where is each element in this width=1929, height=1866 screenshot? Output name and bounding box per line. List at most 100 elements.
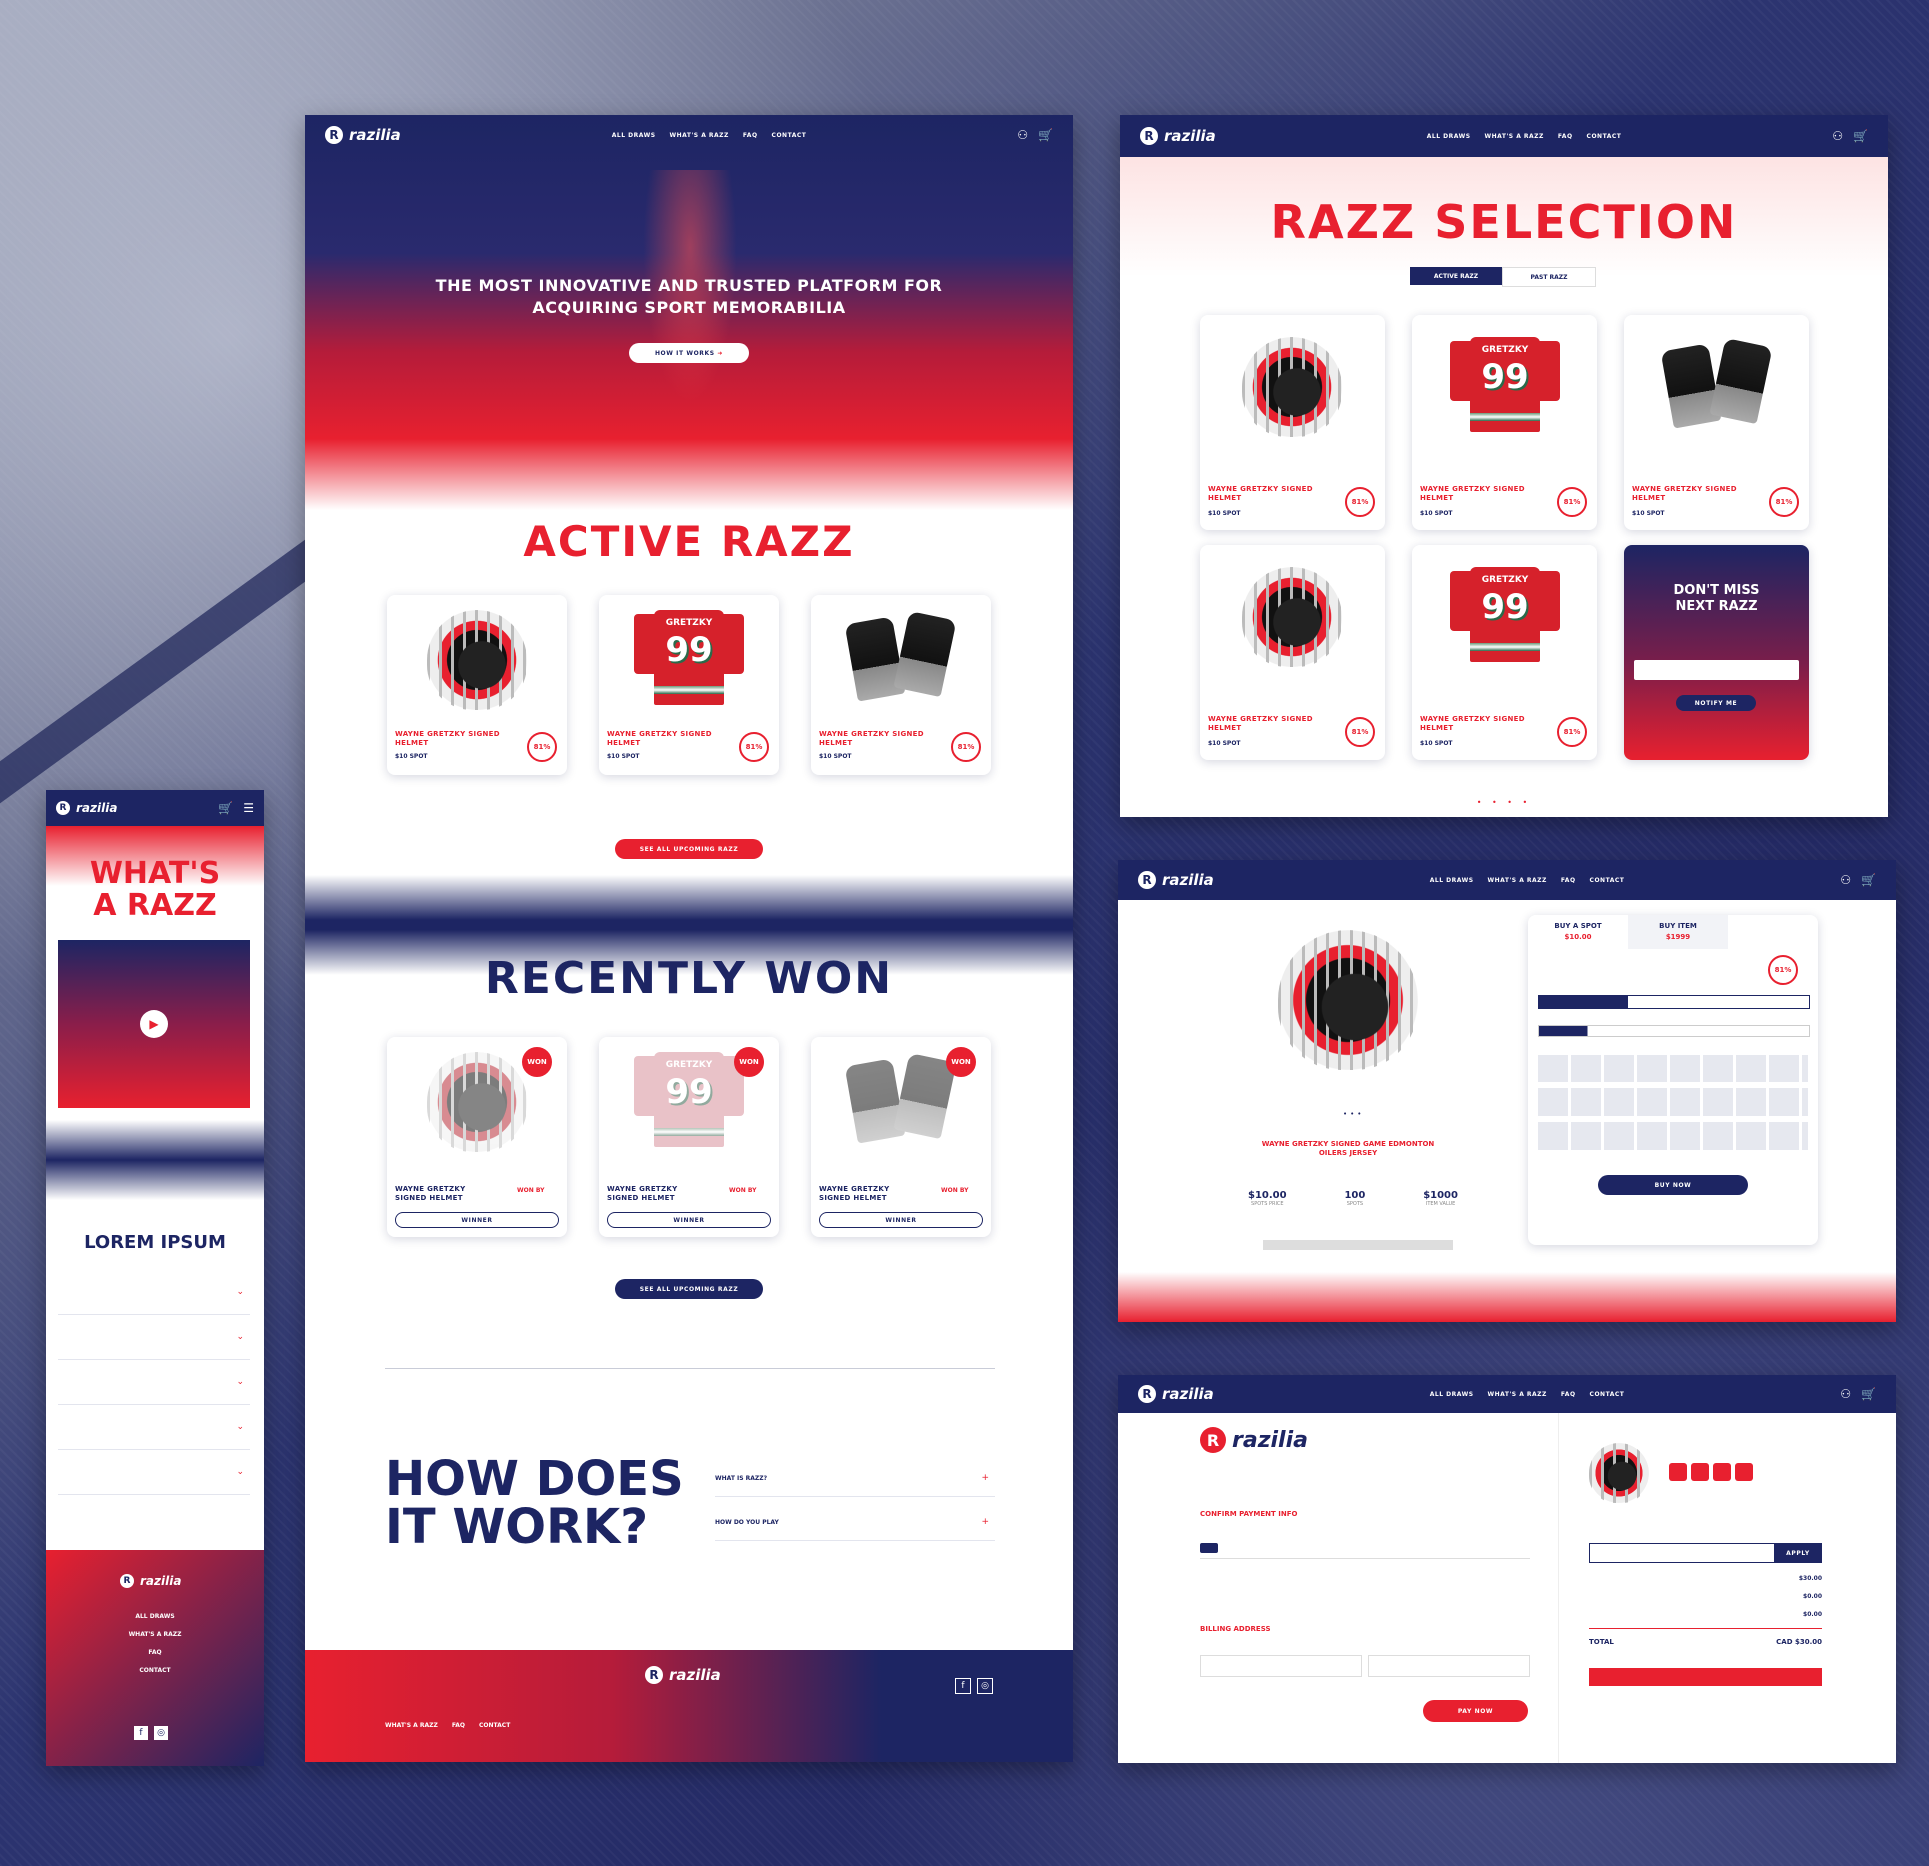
user-icon[interactable]: ⚇ <box>1840 873 1851 887</box>
hamburger-menu-icon[interactable]: ☰ <box>243 801 254 815</box>
mobile-faq-item[interactable]: ⌄ <box>58 1270 250 1315</box>
nav-link[interactable]: ALL DRAWS <box>1427 133 1471 140</box>
active-card[interactable]: GRETZKY 99 WAYNE GRETZKY SIGNED HELMET $1… <box>599 595 779 775</box>
selection-card[interactable]: WAYNE GRETZKY SIGNED HELMET $10 SPOT 81% <box>1200 545 1385 760</box>
pagination-dots[interactable]: • • • • <box>1120 798 1888 807</box>
billing-option[interactable] <box>1368 1655 1530 1677</box>
mobile-faq-item[interactable]: ⌄ <box>58 1360 250 1405</box>
detail-logo[interactable]: Rrazilia <box>1138 871 1214 889</box>
cart-icon[interactable]: 🛒 <box>218 801 233 815</box>
see-all-upcoming-button[interactable]: SEE ALL UPCOMING RAZZ <box>615 839 763 859</box>
billing-option[interactable] <box>1200 1655 1362 1677</box>
nav-link[interactable]: FAQ <box>1558 133 1573 140</box>
user-icon[interactable]: ⚇ <box>1017 128 1028 142</box>
nav-link[interactable]: CONTACT <box>1590 1391 1625 1398</box>
winner-button[interactable]: WINNER <box>607 1212 771 1228</box>
nav-link-contact[interactable]: CONTACT <box>772 132 807 139</box>
faq-item[interactable]: WHAT IS RAZZ? + <box>715 1460 995 1497</box>
nav-link[interactable]: ALL DRAWS <box>1430 1391 1474 1398</box>
buy-now-button[interactable]: BUY NOW <box>1598 1175 1748 1195</box>
nav-link[interactable]: WHAT'S A RAZZ <box>1485 133 1544 140</box>
footer-link[interactable]: CONTACT <box>479 1722 510 1729</box>
play-icon[interactable]: ▶ <box>140 1010 168 1038</box>
notify-me-button[interactable]: NOTIFY ME <box>1676 695 1756 711</box>
instagram-icon[interactable]: ◎ <box>154 1726 168 1740</box>
mobile-video[interactable]: ▶ <box>58 940 250 1108</box>
mobile-title: WHAT'S A RAZZ <box>89 856 221 923</box>
cart-icon[interactable]: 🛒 <box>1861 1387 1876 1401</box>
home-logo[interactable]: Rrazilia <box>325 126 401 144</box>
apply-button[interactable]: APPLY <box>1774 1543 1822 1563</box>
spots-selector[interactable] <box>1538 1025 1810 1037</box>
see-all-recent-button[interactable]: SEE ALL UPCOMING RAZZ <box>615 1279 763 1299</box>
nav-link-faq[interactable]: FAQ <box>743 132 758 139</box>
mobile-faq-item[interactable]: ⌄ <box>58 1450 250 1495</box>
user-icon[interactable]: ⚇ <box>1840 1387 1851 1401</box>
footer-link[interactable]: FAQ <box>46 1644 264 1662</box>
footer-link[interactable]: ALL DRAWS <box>46 1608 264 1626</box>
buy-spot-tab[interactable]: BUY A SPOT $10.00 <box>1528 915 1628 949</box>
promo-code-input[interactable] <box>1589 1543 1776 1563</box>
selection-card[interactable]: WAYNE GRETZKY SIGNED HELMET $10 SPOT 81% <box>1624 315 1809 530</box>
user-icon[interactable]: ⚇ <box>1832 129 1843 143</box>
quantity-selector[interactable] <box>1538 995 1810 1009</box>
card-title: WAYNE GRETZKY SIGNED HELMET <box>607 1185 678 1202</box>
selection-card[interactable]: GRETZKY 99 WAYNE GRETZKY SIGNED HELMET $1… <box>1412 315 1597 530</box>
footer-link[interactable]: WHAT'S A RAZZ <box>46 1626 264 1644</box>
selection-card[interactable]: WAYNE GRETZKY SIGNED HELMET $10 SPOT 81% <box>1200 315 1385 530</box>
stat: $1000 ITEM VALUE <box>1423 1190 1458 1207</box>
nav-link[interactable]: WHAT'S A RAZZ <box>1488 1391 1547 1398</box>
cart-icon[interactable]: 🛒 <box>1038 128 1053 142</box>
nav-link[interactable]: CONTACT <box>1590 877 1625 884</box>
cart-icon[interactable]: 🛒 <box>1853 129 1868 143</box>
progress-badge: 81% <box>527 732 557 762</box>
faq-item[interactable]: HOW DO YOU PLAY + <box>715 1504 995 1541</box>
buy-item-tab[interactable]: BUY ITEM $1999 <box>1628 915 1728 949</box>
chevron-down-icon: ⌄ <box>236 1332 244 1342</box>
facebook-icon[interactable]: f <box>955 1678 971 1694</box>
facebook-icon[interactable]: f <box>134 1726 148 1740</box>
nav-link[interactable]: FAQ <box>1561 877 1576 884</box>
winner-button[interactable]: WINNER <box>395 1212 559 1228</box>
nav-link[interactable]: ALL DRAWS <box>1430 877 1474 884</box>
footer-logo[interactable]: Rrazilia <box>645 1666 721 1684</box>
mobile-faq-item[interactable]: ⌄ <box>58 1315 250 1360</box>
nav-link-all-draws[interactable]: ALL DRAWS <box>612 132 656 139</box>
selection-logo[interactable]: Rrazilia <box>1140 127 1216 145</box>
winner-button[interactable]: WINNER <box>819 1212 983 1228</box>
checkout-nav-logo[interactable]: Rrazilia <box>1138 1385 1214 1403</box>
active-card[interactable]: WAYNE GRETZKY SIGNED HELMET $10 SPOT 81% <box>387 595 567 775</box>
spot-grid[interactable] <box>1538 1055 1808 1150</box>
promo-email-input[interactable] <box>1634 660 1799 680</box>
nav-link[interactable]: FAQ <box>1561 1391 1576 1398</box>
active-card[interactable]: WAYNE GRETZKY SIGNED HELMET $10 SPOT 81% <box>811 595 991 775</box>
summary-item-image <box>1589 1443 1649 1503</box>
selection-card[interactable]: GRETZKY 99 WAYNE GRETZKY SIGNED HELMET $1… <box>1412 545 1597 760</box>
pay-now-button[interactable]: PAY NOW <box>1423 1700 1528 1722</box>
nav-link[interactable]: CONTACT <box>1587 133 1622 140</box>
mobile-logo[interactable]: Rrazilia <box>56 801 117 815</box>
footer-link[interactable]: FAQ <box>452 1722 465 1729</box>
mobile-faq-item[interactable]: ⌄ <box>58 1405 250 1450</box>
winner-label: WON BY <box>517 1187 545 1194</box>
image-dots[interactable]: ••• <box>1343 1110 1364 1118</box>
footer-link[interactable]: CONTACT <box>46 1662 264 1680</box>
instagram-icon[interactable]: ◎ <box>977 1678 993 1694</box>
recent-card[interactable]: WON WAYNE GRETZKY SIGNED HELMET WON BY W… <box>387 1037 567 1237</box>
cart-icon[interactable]: 🛒 <box>1861 873 1876 887</box>
jersey-image: GRETZKY 99 <box>634 1042 744 1152</box>
winner-label: WON BY <box>941 1187 969 1194</box>
card-field[interactable] <box>1200 1540 1530 1559</box>
nav-link-whats-a-razz[interactable]: WHAT'S A RAZZ <box>670 132 729 139</box>
nav-link[interactable]: WHAT'S A RAZZ <box>1488 877 1547 884</box>
recent-card[interactable]: WON WAYNE GRETZKY SIGNED HELMET WON BY W… <box>811 1037 991 1237</box>
tab-active-razz[interactable]: ACTIVE RAZZ <box>1410 267 1502 285</box>
recent-card[interactable]: GRETZKY 99 WON WAYNE GRETZKY SIGNED HELME… <box>599 1037 779 1237</box>
mobile-footer-logo[interactable]: Rrazilia <box>120 1574 181 1588</box>
tab-past-razz[interactable]: PAST RAZZ <box>1502 267 1596 287</box>
winner-label: WON BY <box>729 1187 757 1194</box>
footer-link[interactable]: WHAT'S A RAZZ <box>385 1722 438 1729</box>
complete-order-button[interactable] <box>1589 1668 1822 1686</box>
card-title: WAYNE GRETZKY SIGNED HELMET <box>819 730 924 747</box>
hero-cta-button[interactable]: HOW IT WORKS ➜ <box>629 343 749 363</box>
